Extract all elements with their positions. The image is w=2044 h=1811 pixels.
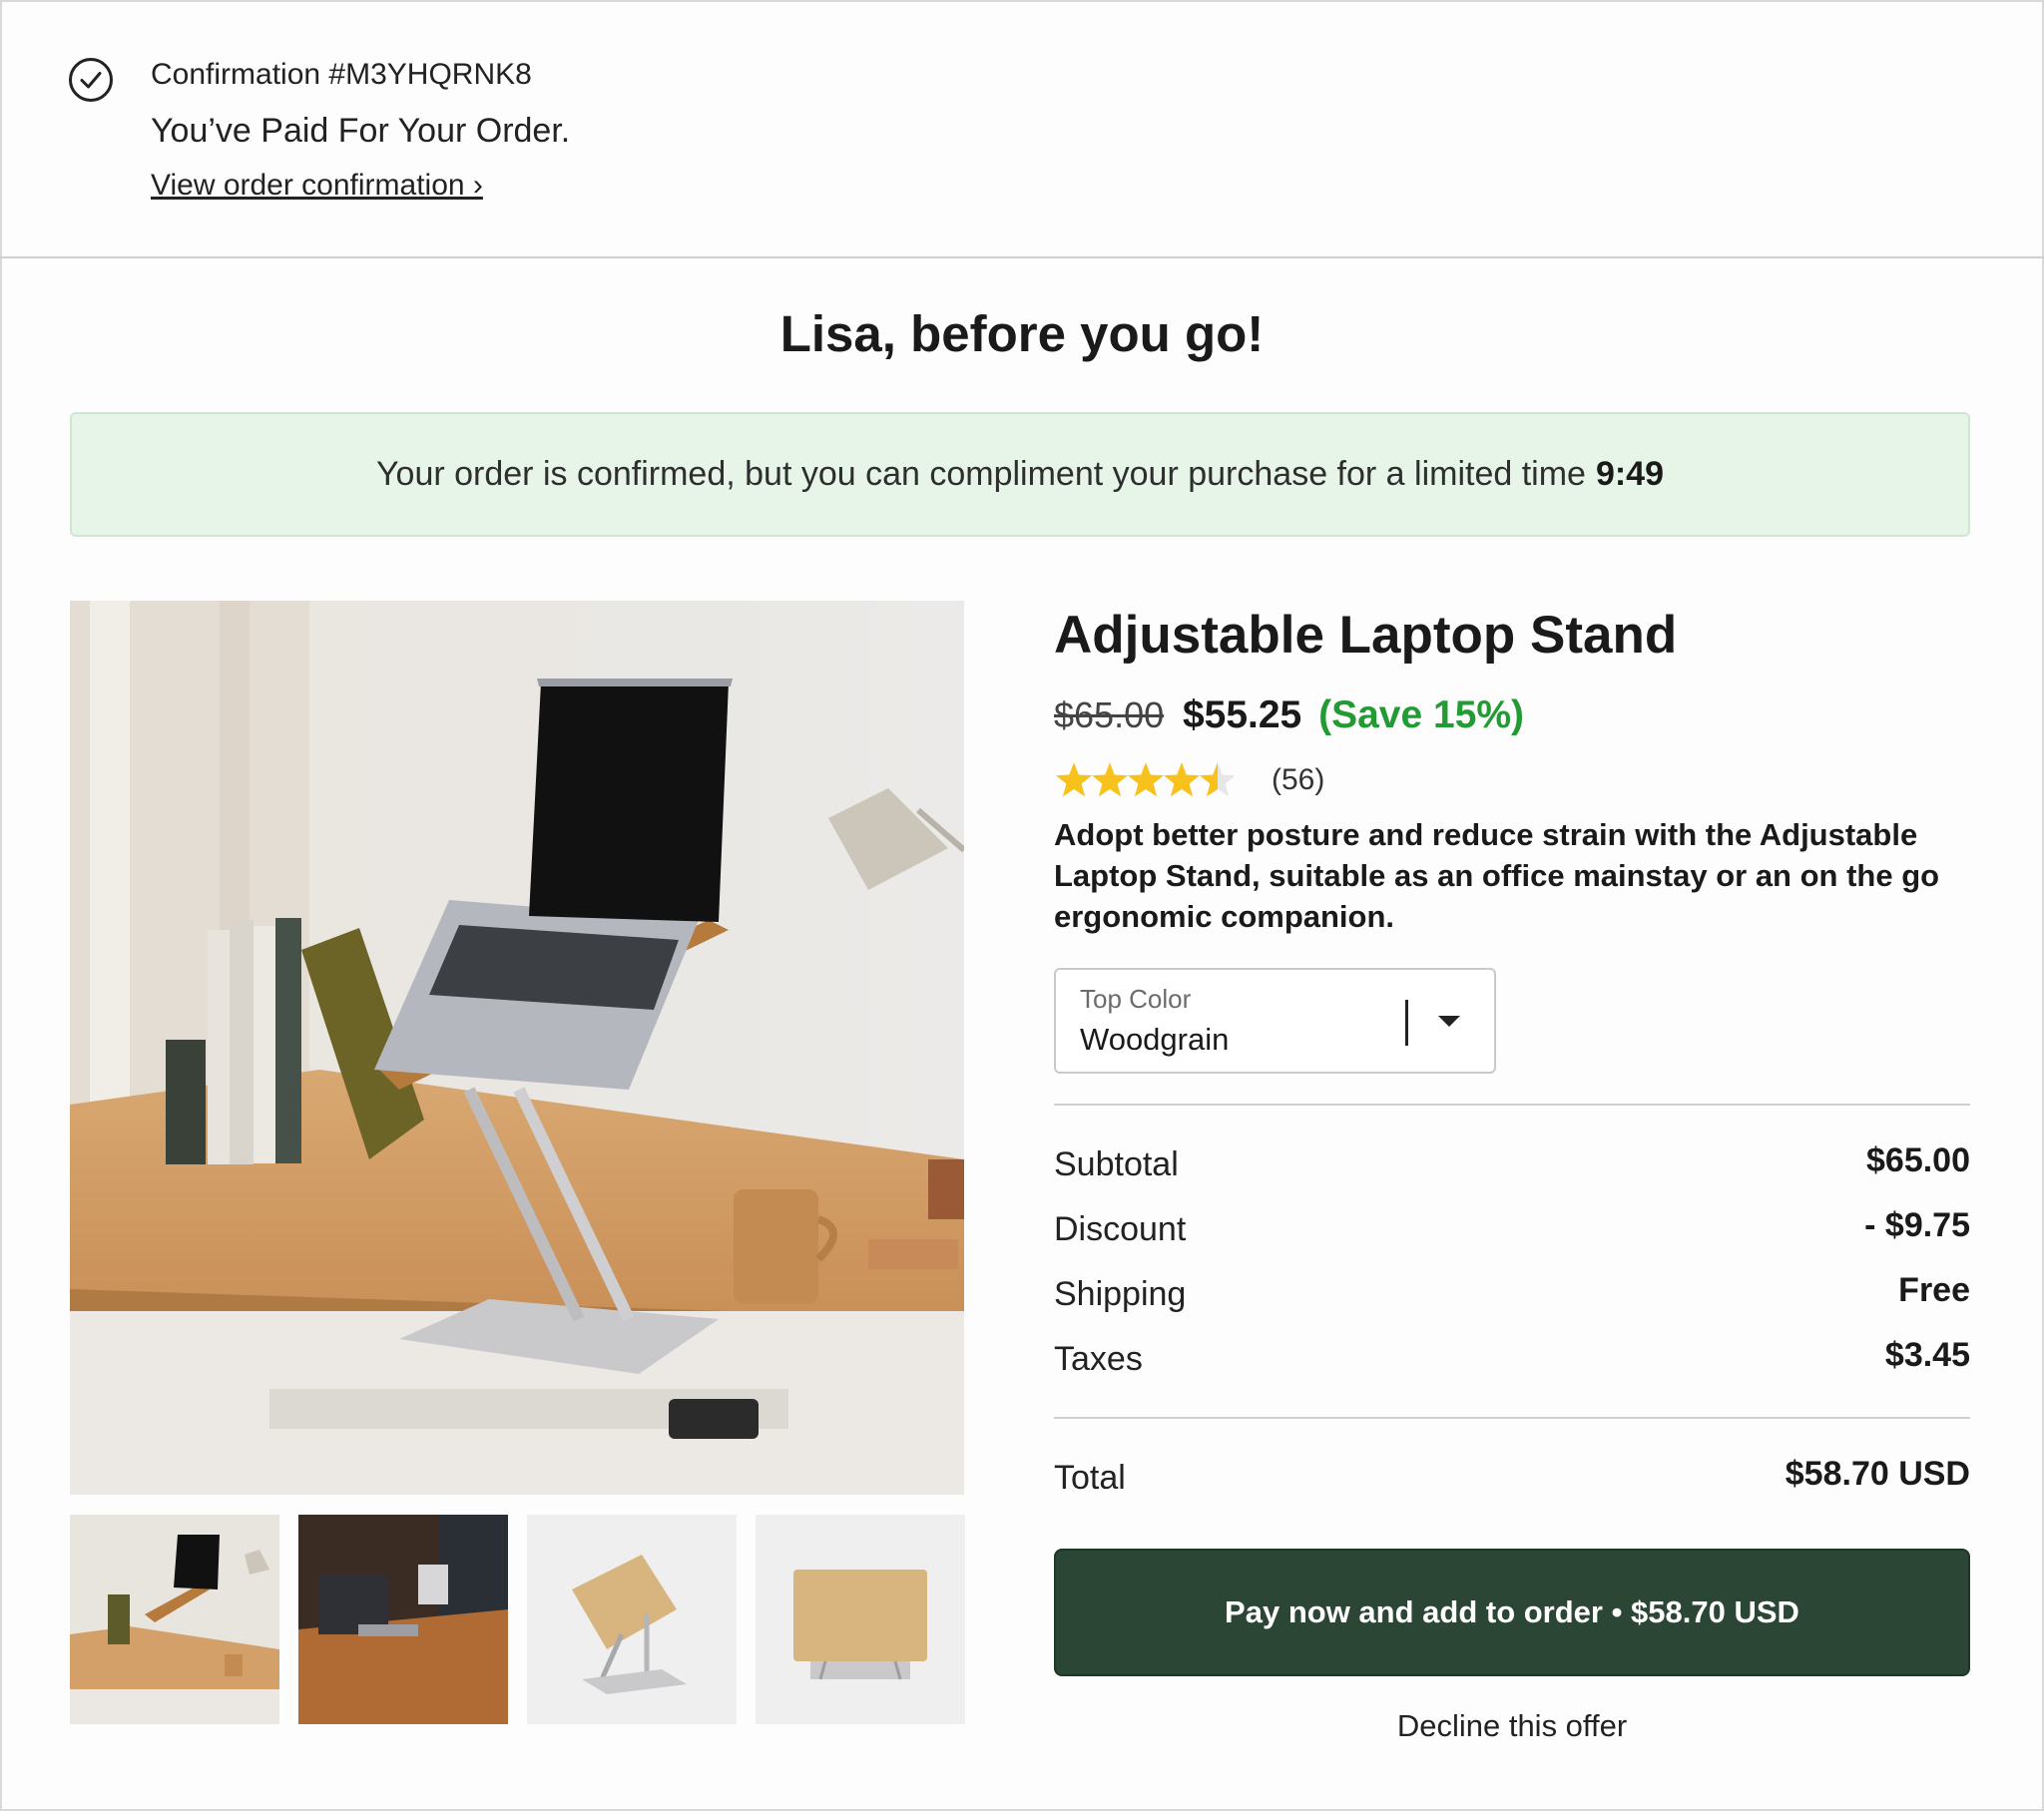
discount-value: - $9.75 [1864,1206,1970,1244]
product-thumbnails [70,1515,965,1724]
sale-price: $55.25 [1182,693,1302,736]
divider [1054,1417,1970,1419]
view-order-confirmation-link[interactable]: View order confirmation › [151,169,483,203]
discount-label: Discount [1054,1210,1187,1248]
product-main-image [70,601,964,1495]
product-title: Adjustable Laptop Stand [1054,606,1678,665]
star-icon [1055,762,1093,797]
timer-banner: Your order is confirmed, but you can com… [70,412,1970,537]
confirmation-number: Confirmation #M3YHQRNK8 [151,58,532,91]
star-icon [1163,762,1201,797]
select-divider [1405,1000,1408,1046]
star-icon [1199,762,1234,797]
review-count: (56) [1272,763,1325,796]
thumbnail-1[interactable] [70,1515,279,1724]
subtotal-label: Subtotal [1054,1145,1179,1183]
paid-message: You’ve Paid For Your Order. [151,112,571,150]
pay-now-button[interactable]: Pay now and add to order • $58.70 USD [1054,1549,1970,1676]
rating: (56) [1054,758,1324,802]
star-rating [1055,762,1234,797]
decline-offer-link[interactable]: Decline this offer [1054,1708,1970,1744]
star-icon [1091,762,1129,797]
thumbnail-2[interactable] [298,1515,508,1724]
shipping-value: Free [1898,1271,1970,1309]
original-price: $65.00 [1054,694,1165,735]
product-description: Adopt better posture and reduce strain w… [1054,817,1940,934]
taxes-label: Taxes [1054,1340,1143,1378]
select-label: Top Color [1080,984,1192,1014]
thumbnail-4[interactable] [756,1515,965,1724]
select-value: Woodgrain [1080,1022,1230,1057]
star-icon [1127,762,1165,797]
countdown-timer: 9:49 [1595,455,1665,493]
page-title: Lisa, before you go! [779,305,1265,362]
price-row: $65.00 $55.25 (Save 15%) [1054,693,1524,737]
save-badge: (Save 15%) [1318,693,1525,736]
thumbnail-3[interactable] [527,1515,737,1724]
shipping-label: Shipping [1054,1275,1187,1313]
timer-message: Your order is confirmed, but you can com… [375,455,1586,493]
check-circle-icon [69,58,113,102]
top-color-select[interactable]: Top Color Woodgrain [1054,968,1496,1074]
total-value: $58.70 USD [1785,1455,1970,1493]
confirmation-header: Confirmation #M3YHQRNK8 You’ve Paid For … [0,0,2044,258]
taxes-value: $3.45 [1884,1336,1970,1374]
caret-down-icon [1438,1016,1460,1027]
total-label: Total [1054,1459,1126,1497]
subtotal-value: $65.00 [1866,1141,1970,1179]
divider [1054,1104,1970,1106]
